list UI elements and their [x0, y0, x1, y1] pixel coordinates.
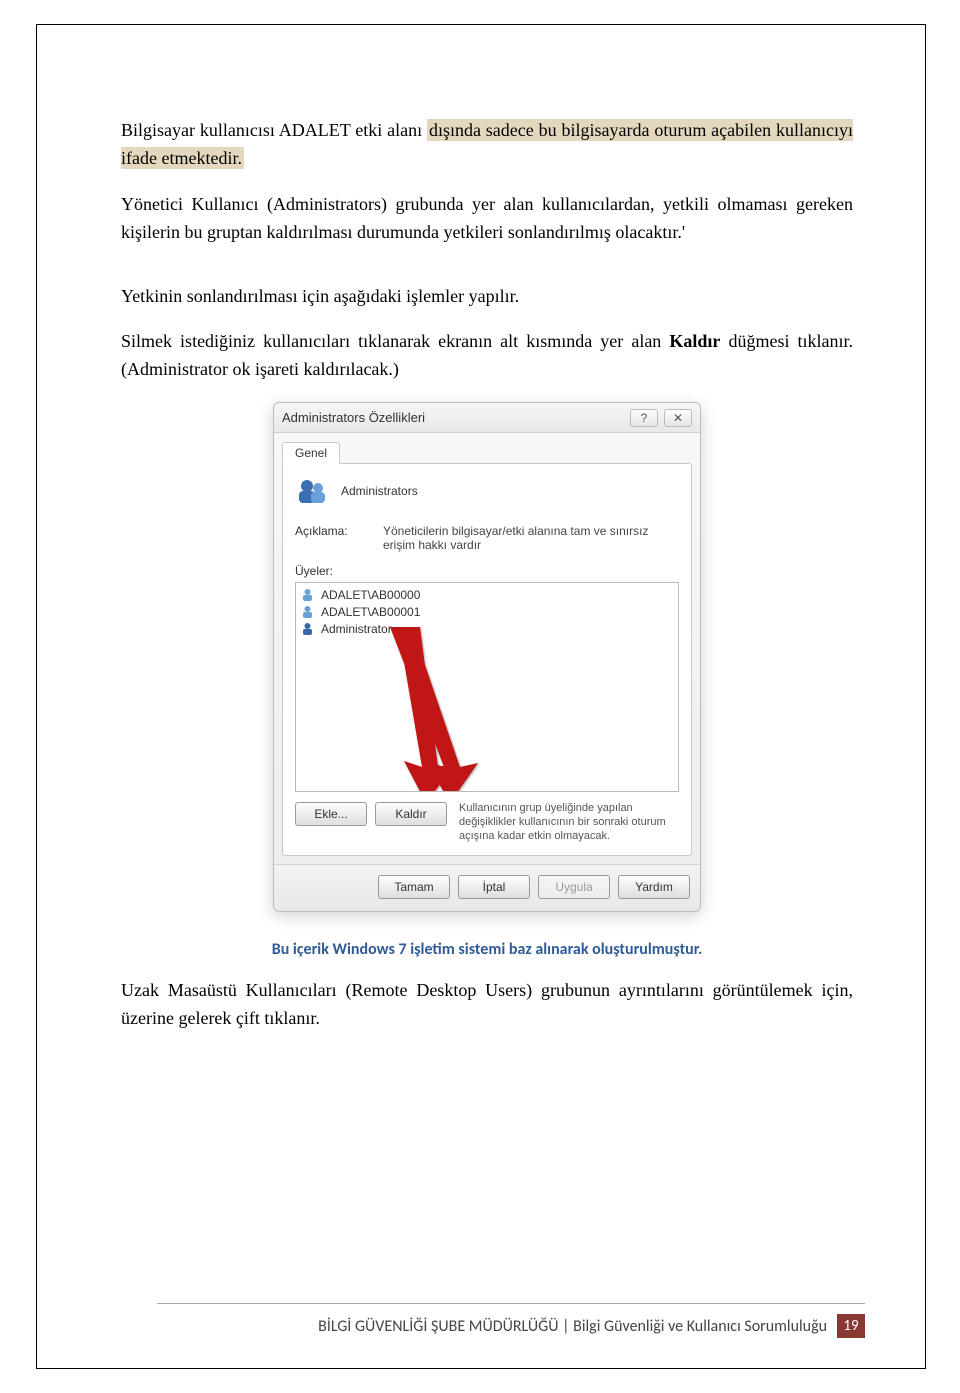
member-label: ADALET\AB00001 [321, 605, 420, 619]
page-border: Bilgisayar kullanıcısı ADALET etki alanı… [36, 24, 926, 1369]
paragraph-3: Yetkinin sonlandırılması için aşağıdaki … [121, 283, 853, 311]
desc-label: Açıklama: [295, 524, 373, 552]
close-title-button[interactable]: ✕ [664, 409, 692, 427]
users-group-icon [295, 476, 329, 506]
desc-value: Yöneticilerin bilgisayar/etki alanına ta… [383, 524, 679, 552]
dialog-titlebar[interactable]: Administrators Özellikleri ? ✕ [274, 403, 700, 433]
user-icon [300, 604, 315, 619]
group-name: Administrators [341, 484, 418, 498]
ok-button[interactable]: Tamam [378, 875, 450, 899]
para4-bold: Kaldır [669, 331, 720, 351]
footer-divider [157, 1303, 865, 1304]
apply-label: Uygula [555, 880, 592, 894]
member-change-hint: Kullanıcının grup üyeliğinde yapılan değ… [459, 802, 679, 843]
paragraph-5: Uzak Masaüstü Kullanıcıları (Remote Desk… [121, 977, 853, 1033]
cancel-label: İptal [483, 880, 506, 894]
help-button[interactable]: Yardım [618, 875, 690, 899]
remove-button[interactable]: Kaldır [375, 802, 447, 826]
admin-properties-dialog: Administrators Özellikleri ? ✕ Genel [273, 402, 701, 912]
paragraph-2: Yönetici Kullanıcı (Administrators) grub… [121, 191, 853, 247]
cancel-button[interactable]: İptal [458, 875, 530, 899]
members-list[interactable]: ADALET\AB00000 ADALET\AB00001 Administra… [295, 582, 679, 792]
list-item[interactable]: ADALET\AB00001 [300, 603, 674, 620]
member-label: ADALET\AB00000 [321, 588, 420, 602]
close-icon: ✕ [673, 411, 683, 425]
paragraph-4: Silmek istediğiniz kullanıcıları tıklana… [121, 328, 853, 384]
dialog-title: Administrators Özellikleri [282, 410, 425, 425]
figure-caption: Bu içerik Windows 7 işletim sistemi baz … [121, 940, 853, 959]
members-label: Üyeler: [295, 564, 679, 578]
ok-label: Tamam [394, 880, 433, 894]
add-label: Ekle... [314, 807, 347, 821]
apply-button[interactable]: Uygula [538, 875, 610, 899]
para1-pre: Bilgisayar kullanıcısı ADALET etki alanı [121, 120, 427, 140]
list-item[interactable]: Administrator [300, 620, 674, 637]
dialog-panel: Administrators Açıklama: Yöneticilerin b… [282, 463, 692, 856]
page-footer: BİLGİ GÜVENLİĞİ ŞUBE MÜDÜRLÜĞÜ | Bilgi G… [37, 1303, 925, 1338]
para4-a: Silmek istediğiniz kullanıcıları tıklana… [121, 331, 669, 351]
remove-label: Kaldır [395, 807, 426, 821]
help-title-button[interactable]: ? [630, 409, 658, 427]
page-number: 19 [837, 1314, 865, 1338]
list-item[interactable]: ADALET\AB00000 [300, 586, 674, 603]
user-icon [300, 587, 315, 602]
red-arrows-icon [332, 627, 532, 792]
question-icon: ? [641, 411, 648, 425]
user-icon [300, 621, 315, 636]
member-label: Administrator [321, 622, 392, 636]
help-label: Yardım [635, 880, 673, 894]
footer-text: BİLGİ GÜVENLİĞİ ŞUBE MÜDÜRLÜĞÜ | Bilgi G… [318, 1317, 827, 1336]
paragraph-1: Bilgisayar kullanıcısı ADALET etki alanı… [121, 117, 853, 173]
tab-general[interactable]: Genel [282, 442, 340, 464]
add-button[interactable]: Ekle... [295, 802, 367, 826]
